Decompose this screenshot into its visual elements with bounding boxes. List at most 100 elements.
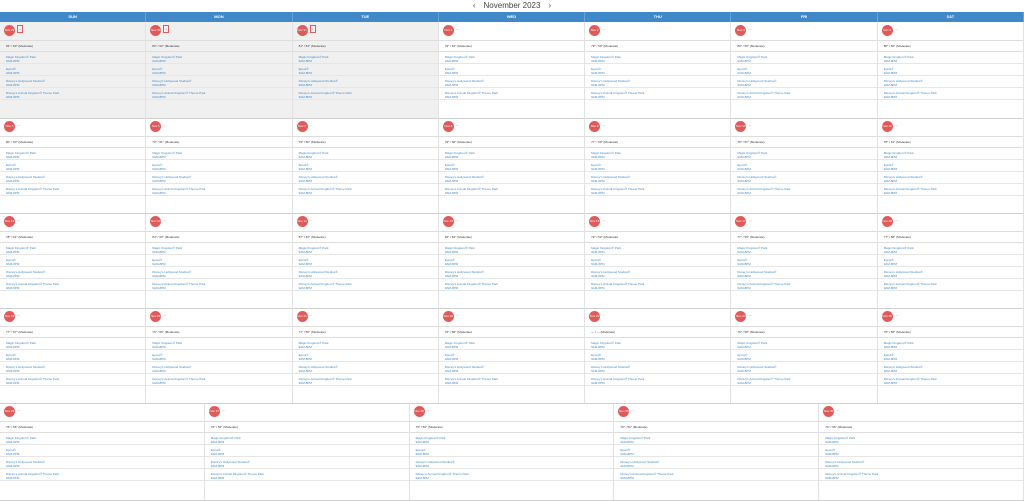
date-badge[interactable]: Nov 22 xyxy=(442,311,454,322)
day-cell[interactable]: Nov 30—76° / 56° (Moderate) Magic Kingdom… xyxy=(819,403,1024,500)
park-hours-item[interactable]: Disney's Animal Kingdom® Theme Park 9AM-8… xyxy=(877,374,1023,386)
day-cell[interactable]: Nov 19—77° / 57° (Moderate) Magic Kingdom… xyxy=(0,308,147,403)
park-hours-item[interactable]: Epcot® 9AM-8PM xyxy=(585,64,731,76)
park-hours-item[interactable]: Disney's Hollywood Studios® 9AM-8PM xyxy=(146,267,292,279)
park-hours-item[interactable]: Disney's Hollywood Studios® 9AM-8PM xyxy=(204,457,409,469)
park-hours-item[interactable]: Magic Kingdom® Park 9AM-8PM xyxy=(146,338,292,350)
park-hours-item[interactable]: Disney's Hollywood Studios® 9AM-8PM xyxy=(438,172,585,184)
park-hours-item[interactable]: Disney's Animal Kingdom® Theme Park 9AM-8… xyxy=(877,184,1023,196)
park-hours-item[interactable]: Disney's Animal Kingdom® Theme Park 9AM-8… xyxy=(0,469,204,481)
date-badge[interactable]: Nov 11 xyxy=(881,121,893,132)
date-badge[interactable]: Nov 31 xyxy=(296,25,308,36)
park-hours-item[interactable]: Disney's Animal Kingdom® Theme Park 9AM-8… xyxy=(292,279,438,291)
date-badge[interactable]: Nov 25 xyxy=(881,311,893,322)
park-hours-item[interactable]: Disney's Animal Kingdom® Theme Park 9AM-8… xyxy=(585,374,731,386)
park-hours-item[interactable]: Magic Kingdom® Park 9AM-8PM xyxy=(731,243,877,255)
park-hours-item[interactable]: Disney's Hollywood Studios® 9AM-8PM xyxy=(438,267,585,279)
date-badge[interactable]: Nov 3 xyxy=(735,25,747,36)
park-hours-item[interactable]: Disney's Hollywood Studios® 9AM-8PM xyxy=(614,457,819,469)
park-hours-item[interactable]: Disney's Animal Kingdom® Theme Park 9AM-8… xyxy=(585,184,731,196)
date-badge[interactable]: Nov 10 xyxy=(735,121,747,132)
park-hours-item[interactable]: Magic Kingdom® Park 9AM-8PM xyxy=(585,338,731,350)
day-cell[interactable]: Nov 12—78° / 61° (Moderate) Magic Kingdom… xyxy=(0,213,147,308)
park-hours-item[interactable]: Disney's Hollywood Studios® 9AM-8PM xyxy=(877,267,1023,279)
park-hours-item[interactable]: Disney's Hollywood Studios® 9AM-8PM xyxy=(0,457,204,469)
date-badge[interactable]: Nov 6 xyxy=(150,121,162,132)
park-hours-item[interactable]: Epcot® 9AM-8PM xyxy=(877,255,1023,267)
park-hours-item[interactable]: Epcot® 9AM-8PM xyxy=(204,445,409,457)
day-cell[interactable]: Nov 25—76° / 58° (Moderate) Magic Kingdom… xyxy=(877,308,1024,403)
park-hours-item[interactable]: Disney's Animal Kingdom® Theme Park 9AM-8… xyxy=(438,88,585,100)
park-hours-item[interactable]: Disney's Hollywood Studios® 9AM-8PM xyxy=(409,457,614,469)
day-cell[interactable]: Nov 13—84° / 63° (Moderate) Magic Kingdom… xyxy=(146,213,293,308)
park-hours-item[interactable]: Disney's Hollywood Studios® 9AM-8PM xyxy=(292,362,438,374)
day-cell[interactable]: Nov 4—80° / 60° (Moderate) Magic Kingdom®… xyxy=(877,22,1024,118)
park-hours-item[interactable]: Disney's Hollywood Studios® 9AM-8PM xyxy=(585,76,731,88)
park-hours-item[interactable]: Disney's Animal Kingdom® Theme Park 9AM-8… xyxy=(438,374,585,386)
park-hours-item[interactable]: Disney's Hollywood Studios® 9AM-8PM xyxy=(0,267,146,279)
park-hours-item[interactable]: Magic Kingdom® Park 9AM-8PM xyxy=(438,148,585,160)
park-hours-item[interactable]: Epcot® 9AM-8PM xyxy=(0,255,146,267)
park-hours-item[interactable]: Disney's Animal Kingdom® Theme Park 9AM-8… xyxy=(146,279,292,291)
park-hours-item[interactable]: Epcot® 9AM-8PM xyxy=(292,350,438,362)
day-cell[interactable]: Nov 9—77° / 60° (Moderate) Magic Kingdom®… xyxy=(585,118,732,213)
park-hours-item[interactable]: Epcot® 9AM-8PM xyxy=(438,160,585,172)
park-hours-item[interactable]: Disney's Hollywood Studios® 9AM-8PM xyxy=(585,267,731,279)
park-hours-item[interactable]: Disney's Animal Kingdom® Theme Park 9AM-8… xyxy=(292,374,438,386)
park-hours-item[interactable]: Epcot® 9AM-8PM xyxy=(585,160,731,172)
day-cell[interactable]: Nov 15—84° / 64° (Moderate) Magic Kingdom… xyxy=(438,213,586,308)
date-badge[interactable]: Nov 4 xyxy=(881,25,893,36)
park-hours-item[interactable]: Magic Kingdom® Park 9AM-8PM xyxy=(0,338,146,350)
day-cell[interactable]: Nov 18—77° / 58° (Moderate) Magic Kingdom… xyxy=(877,213,1024,308)
park-hours-item[interactable]: Epcot® 9AM-8PM xyxy=(292,255,438,267)
date-badge[interactable]: Nov 24 xyxy=(735,311,747,322)
park-hours-item[interactable]: Epcot® 9AM-8PM xyxy=(877,64,1023,76)
park-hours-item[interactable]: Disney's Animal Kingdom® Theme Park 9AM-8… xyxy=(731,88,877,100)
park-hours-item[interactable]: Magic Kingdom® Park 9AM-8PM xyxy=(0,243,146,255)
park-hours-item[interactable]: Disney's Hollywood Studios® 9AM-8PM xyxy=(731,362,877,374)
date-badge[interactable]: Nov 5 xyxy=(4,121,15,132)
park-hours-item[interactable]: Disney's Animal Kingdom® Theme Park 9AM-8… xyxy=(146,184,292,196)
day-cell[interactable]: Nov 28—76° / 56° (Moderate) Magic Kingdom… xyxy=(409,403,615,500)
park-hours-item[interactable]: Disney's Animal Kingdom® Theme Park 9AM-8… xyxy=(0,88,146,100)
park-hours-item[interactable]: Magic Kingdom® Park 9AM-8PM xyxy=(292,338,438,350)
next-month-icon[interactable]: › xyxy=(548,1,551,10)
park-hours-item[interactable]: Magic Kingdom® Park 9AM-8PM xyxy=(438,52,585,64)
park-hours-item[interactable]: Disney's Animal Kingdom® Theme Park 9AM-8… xyxy=(819,469,1023,481)
date-badge[interactable]: Nov 19 xyxy=(4,311,15,322)
day-cell[interactable]: Nov 22—76° / 56° (Moderate) Magic Kingdom… xyxy=(438,308,586,403)
date-badge[interactable]: Nov 23 xyxy=(589,311,601,322)
park-hours-item[interactable]: Disney's Hollywood Studios® 9AM-8PM xyxy=(146,172,292,184)
date-badge[interactable]: Nov 29 xyxy=(4,25,15,36)
park-hours-item[interactable]: Disney's Hollywood Studios® 9AM-8PM xyxy=(731,267,877,279)
date-badge[interactable]: Nov 26 xyxy=(4,406,15,417)
park-hours-item[interactable]: Epcot® 9AM-8PM xyxy=(877,160,1023,172)
park-hours-item[interactable]: Disney's Hollywood Studios® 9AM-8PM xyxy=(292,172,438,184)
park-hours-item[interactable]: Disney's Hollywood Studios® 9AM-8PM xyxy=(877,172,1023,184)
park-hours-item[interactable]: Disney's Animal Kingdom® Theme Park 9AM-8… xyxy=(0,279,146,291)
park-hours-item[interactable]: Epcot® 9AM-8PM xyxy=(731,255,877,267)
park-hours-item[interactable]: Epcot® 9AM-8PM xyxy=(0,64,146,76)
day-cell[interactable]: Nov 23— — / — (Moderate) Magic Kingdom® Pa… xyxy=(585,308,732,403)
park-hours-item[interactable]: Magic Kingdom® Park 9AM-8PM xyxy=(204,433,409,445)
day-cell[interactable]: Nov 14—87° / 63° (Moderate) Magic Kingdom… xyxy=(292,213,439,308)
day-cell[interactable]: Nov 26—76° / 56° (Moderate) Magic Kingdom… xyxy=(0,403,205,500)
park-hours-item[interactable]: Epcot® 9AM-8PM xyxy=(146,350,292,362)
park-hours-item[interactable]: Disney's Animal Kingdom® Theme Park 9AM-8… xyxy=(877,279,1023,291)
park-hours-item[interactable]: Epcot® 9AM-8PM xyxy=(0,160,146,172)
day-cell[interactable]: Nov 7—79° / 60° (Moderate) Magic Kingdom®… xyxy=(292,118,439,213)
park-hours-item[interactable]: Epcot® 9AM-8PM xyxy=(146,160,292,172)
park-hours-item[interactable]: Disney's Animal Kingdom® Theme Park 9AM-8… xyxy=(292,88,438,100)
park-hours-item[interactable]: Magic Kingdom® Park 9AM-8PM xyxy=(146,52,292,64)
park-hours-item[interactable]: Magic Kingdom® Park 9AM-8PM xyxy=(292,148,438,160)
park-hours-item[interactable]: Disney's Hollywood Studios® 9AM-8PM xyxy=(0,362,146,374)
park-hours-item[interactable]: Disney's Hollywood Studios® 9AM-8PM xyxy=(438,362,585,374)
park-hours-item[interactable]: Magic Kingdom® Park 9AM-8PM xyxy=(0,148,146,160)
day-cell[interactable]: Nov 6—79° / 61° (Moderate) Magic Kingdom®… xyxy=(146,118,293,213)
park-hours-item[interactable]: Magic Kingdom® Park 9AM-8PM xyxy=(731,52,877,64)
park-hours-item[interactable]: Disney's Animal Kingdom® Theme Park 9AM-8… xyxy=(585,279,731,291)
park-hours-item[interactable]: Epcot® 9AM-8PM xyxy=(585,255,731,267)
park-hours-item[interactable]: Disney's Animal Kingdom® Theme Park 9AM-8… xyxy=(409,469,614,481)
day-cell[interactable]: Nov 3—80° / 60° (Moderate) Magic Kingdom®… xyxy=(731,22,878,118)
park-hours-item[interactable]: Disney's Animal Kingdom® Theme Park 9AM-8… xyxy=(204,469,409,481)
